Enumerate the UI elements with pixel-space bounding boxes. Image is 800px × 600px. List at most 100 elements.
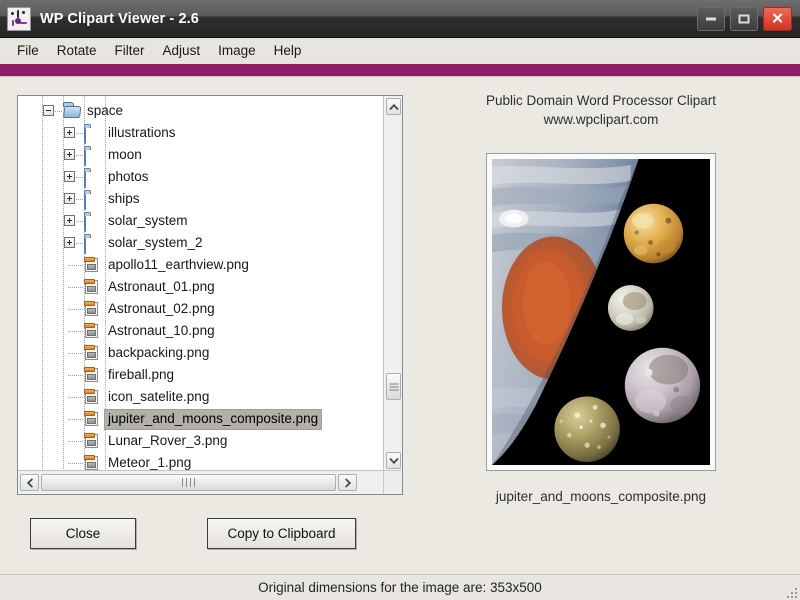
tree-row[interactable]: Astronaut_02.png bbox=[18, 298, 385, 320]
tree-connector bbox=[68, 419, 83, 420]
expand-node-button[interactable] bbox=[64, 149, 75, 160]
tree-connector bbox=[76, 221, 83, 222]
tree-row[interactable]: icon_satelite.png bbox=[18, 386, 385, 408]
tree-row-label: fireball.png bbox=[108, 367, 175, 382]
tree-row[interactable]: illustrations bbox=[18, 122, 385, 144]
action-button-row: Close Copy to Clipboard bbox=[30, 518, 356, 549]
close-button[interactable]: Close bbox=[30, 518, 136, 549]
folder-closed-icon bbox=[84, 193, 101, 210]
image-caption: jupiter_and_moons_composite.png bbox=[495, 489, 707, 504]
tree-row[interactable]: apollo11_earthview.png bbox=[18, 254, 385, 276]
tree-row[interactable]: Astronaut_01.png bbox=[18, 276, 385, 298]
tree-connector bbox=[68, 331, 83, 332]
folder-closed-icon bbox=[84, 215, 101, 232]
chevron-right-icon bbox=[344, 478, 351, 487]
tree-connector bbox=[68, 375, 83, 376]
close-window-button[interactable]: ✕ bbox=[763, 6, 792, 31]
scroll-left-button[interactable] bbox=[20, 474, 39, 491]
image-file-icon bbox=[84, 389, 99, 405]
moon-io bbox=[623, 203, 684, 264]
tree-row[interactable]: jupiter_and_moons_composite.png bbox=[18, 408, 385, 430]
tree-row-label: space bbox=[87, 103, 124, 118]
tree-row[interactable]: moon bbox=[18, 144, 385, 166]
menu-item-help[interactable]: Help bbox=[265, 40, 311, 61]
scroll-down-button[interactable] bbox=[386, 452, 401, 469]
image-preview-frame bbox=[486, 153, 716, 471]
tree-row-label: Astronaut_02.png bbox=[108, 301, 215, 316]
tree-row-label: illustrations bbox=[108, 125, 176, 140]
tree-horizontal-scroll-thumb[interactable] bbox=[41, 474, 336, 491]
tree-connector bbox=[68, 397, 83, 398]
tree-connector bbox=[68, 265, 83, 266]
tree-row[interactable]: photos bbox=[18, 166, 385, 188]
image-file-icon bbox=[84, 323, 99, 339]
tree-row[interactable]: fireball.png bbox=[18, 364, 385, 386]
moon-callisto bbox=[554, 396, 620, 463]
credit-text: Public Domain Word Processor Clipart www… bbox=[420, 91, 782, 129]
tree-row-label: Meteor_1.png bbox=[108, 455, 192, 470]
menu-item-rotate[interactable]: Rotate bbox=[48, 40, 106, 61]
expand-node-button[interactable] bbox=[64, 237, 75, 248]
tree-row-label: moon bbox=[108, 147, 142, 162]
menu-bar: File Rotate Filter Adjust Image Help bbox=[0, 38, 800, 64]
folder-closed-icon bbox=[84, 237, 101, 254]
tree-row[interactable]: Astronaut_10.png bbox=[18, 320, 385, 342]
scroll-right-button[interactable] bbox=[338, 474, 357, 491]
expand-node-button[interactable] bbox=[64, 171, 75, 182]
tree-connector bbox=[68, 287, 83, 288]
tree-connector bbox=[76, 133, 83, 134]
credit-line-2: www.wpclipart.com bbox=[543, 112, 659, 127]
expand-node-button[interactable] bbox=[64, 215, 75, 226]
image-file-icon bbox=[84, 455, 99, 471]
file-tree-panel: space illustrations moon photos ships solar_s… bbox=[17, 95, 403, 495]
scroll-up-button[interactable] bbox=[386, 98, 401, 115]
tree-vertical-scroll-thumb[interactable] bbox=[386, 373, 401, 400]
folder-open-icon bbox=[63, 102, 82, 119]
status-text: Original dimensions for the image are: 3… bbox=[258, 580, 542, 595]
tree-row[interactable]: solar_system bbox=[18, 210, 385, 232]
app-icon bbox=[7, 6, 31, 31]
tree-row[interactable]: Meteor_1.png bbox=[18, 452, 385, 471]
tree-row[interactable]: backpacking.png bbox=[18, 342, 385, 364]
image-file-icon bbox=[84, 433, 99, 449]
menu-item-file[interactable]: File bbox=[8, 40, 48, 61]
tree-row[interactable]: Lunar_Rover_3.png bbox=[18, 430, 385, 452]
credit-line-1: Public Domain Word Processor Clipart bbox=[485, 93, 717, 108]
application-window: WP Clipart Viewer - 2.6 ✕ File Rotate Fi… bbox=[0, 0, 800, 600]
tree-row-label: Astronaut_01.png bbox=[108, 279, 215, 294]
file-tree: space illustrations moon photos ships solar_s… bbox=[18, 96, 385, 471]
title-bar: WP Clipart Viewer - 2.6 ✕ bbox=[0, 0, 800, 38]
tree-row-label: icon_satelite.png bbox=[108, 389, 210, 404]
tree-horizontal-scrollbar[interactable] bbox=[18, 470, 385, 494]
copy-to-clipboard-button[interactable]: Copy to Clipboard bbox=[207, 518, 356, 549]
tree-row[interactable]: solar_system_2 bbox=[18, 232, 385, 254]
expand-node-button[interactable] bbox=[64, 193, 75, 204]
image-file-icon bbox=[84, 345, 99, 361]
status-bar: Original dimensions for the image are: 3… bbox=[0, 574, 800, 600]
main-content: space illustrations moon photos ships solar_s… bbox=[0, 77, 800, 574]
tree-connector bbox=[76, 155, 83, 156]
image-file-icon bbox=[84, 301, 99, 317]
tree-vertical-scrollbar[interactable] bbox=[383, 96, 402, 471]
tree-connector bbox=[68, 441, 83, 442]
menu-item-image[interactable]: Image bbox=[209, 40, 265, 61]
tree-row-label: apollo11_earthview.png bbox=[108, 257, 249, 272]
image-file-icon bbox=[84, 367, 99, 383]
tree-row-label: solar_system_2 bbox=[108, 235, 203, 250]
file-tree-scroll-area[interactable]: space illustrations moon photos ships solar_s… bbox=[18, 96, 385, 471]
tree-connector bbox=[68, 353, 83, 354]
minimize-button[interactable] bbox=[697, 6, 725, 31]
tree-connector bbox=[68, 309, 83, 310]
tree-connector bbox=[68, 463, 83, 464]
tree-row-label: backpacking.png bbox=[108, 345, 210, 360]
maximize-button[interactable] bbox=[730, 6, 758, 31]
expand-node-button[interactable] bbox=[64, 127, 75, 138]
resize-grip[interactable] bbox=[785, 586, 797, 598]
collapse-node-button[interactable] bbox=[43, 105, 54, 116]
tree-row[interactable]: ships bbox=[18, 188, 385, 210]
menu-item-adjust[interactable]: Adjust bbox=[154, 40, 210, 61]
chevron-down-icon bbox=[389, 457, 398, 464]
tree-row[interactable]: space bbox=[18, 100, 385, 122]
menu-item-filter[interactable]: Filter bbox=[106, 40, 154, 61]
image-file-icon bbox=[84, 411, 99, 427]
